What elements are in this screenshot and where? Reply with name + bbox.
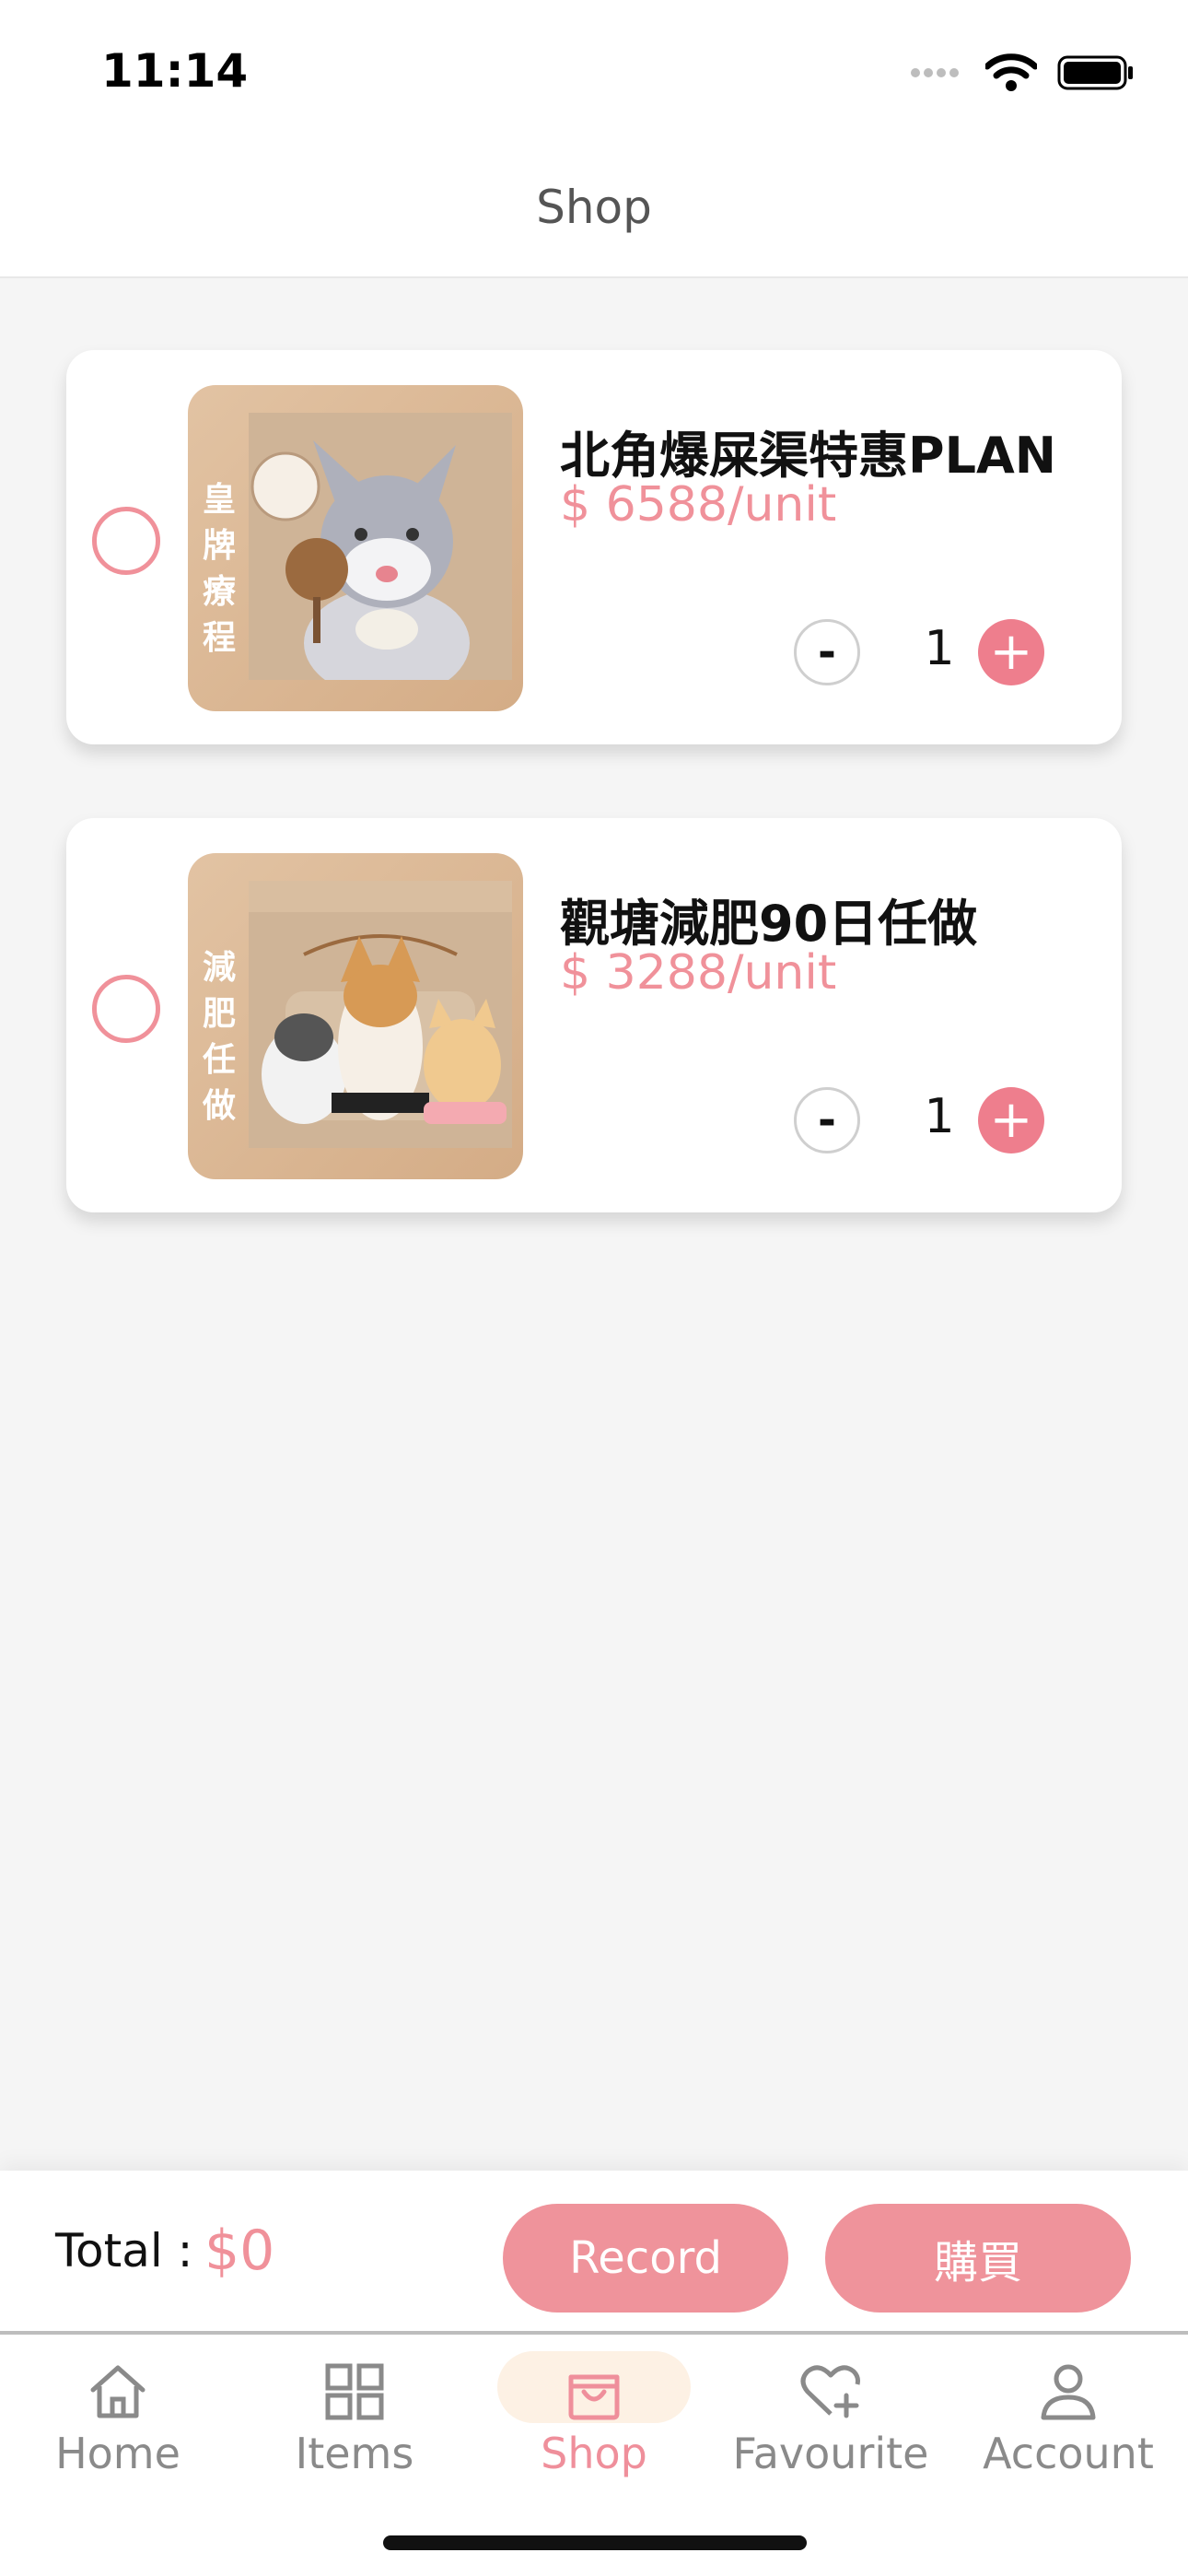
total-value: $0 (204, 2219, 275, 2283)
tab-items[interactable]: Items (244, 2353, 465, 2500)
tab-account[interactable]: Account (958, 2353, 1179, 2500)
tab-label: Items (295, 2429, 414, 2478)
wifi-icon (985, 53, 1037, 91)
signal-icon (911, 68, 959, 77)
cart-item-card: 減肥任做 觀塘減肥90日任做 $ 3288/unit - 1 + (66, 818, 1122, 1212)
tab-favourite[interactable]: Favourite (720, 2353, 941, 2500)
person-icon (1041, 2364, 1096, 2420)
select-item-radio[interactable] (92, 975, 160, 1043)
heart-plus-icon (800, 2365, 860, 2418)
tab-label: Shop (541, 2429, 647, 2478)
pets-illustration (249, 881, 512, 1124)
home-icon (90, 2365, 146, 2418)
rabbit-illustration (250, 440, 470, 680)
tab-shop[interactable]: Shop (483, 2353, 705, 2500)
product-price: $ 6588/unit (560, 477, 837, 533)
product-image: 減肥任做 (188, 853, 523, 1179)
tab-label: Home (55, 2429, 181, 2478)
shopping-bag-icon (568, 2374, 620, 2420)
product-price: $ 3288/unit (560, 945, 837, 1001)
quantity-decrease-button[interactable]: - (794, 1087, 860, 1153)
quantity-decrease-button[interactable]: - (794, 619, 860, 685)
tab-label: Favourite (732, 2429, 929, 2478)
tab-label: Account (983, 2429, 1154, 2478)
quantity-value: 1 (924, 621, 955, 676)
quantity-value: 1 (924, 1089, 955, 1144)
battery-icon (1057, 55, 1133, 90)
checkout-bar: Total : $0 Record 購買 (0, 2171, 1188, 2335)
image-caption: 皇牌療程 (202, 481, 236, 657)
buy-button[interactable]: 購買 (825, 2204, 1131, 2313)
total-label: Total : (55, 2224, 193, 2277)
quantity-increase-button[interactable]: + (978, 619, 1044, 685)
home-indicator (383, 2535, 807, 2550)
grid-icon (325, 2363, 384, 2420)
record-button[interactable]: Record (503, 2204, 788, 2313)
quantity-increase-button[interactable]: + (978, 1087, 1044, 1153)
select-item-radio[interactable] (92, 507, 160, 575)
tab-home[interactable]: Home (7, 2353, 228, 2500)
status-icons (910, 53, 1135, 92)
status-bar: 11:14 (0, 0, 1188, 138)
image-caption: 減肥任做 (202, 949, 236, 1125)
status-time: 11:14 (101, 44, 249, 98)
page-title: Shop (536, 181, 652, 234)
product-image: 皇牌療程 (188, 385, 523, 711)
nav-header: Shop (0, 138, 1188, 278)
cart-item-card: 皇牌療程 北角爆屎渠特惠PLAN $ 6588/unit - 1 + (66, 350, 1122, 744)
